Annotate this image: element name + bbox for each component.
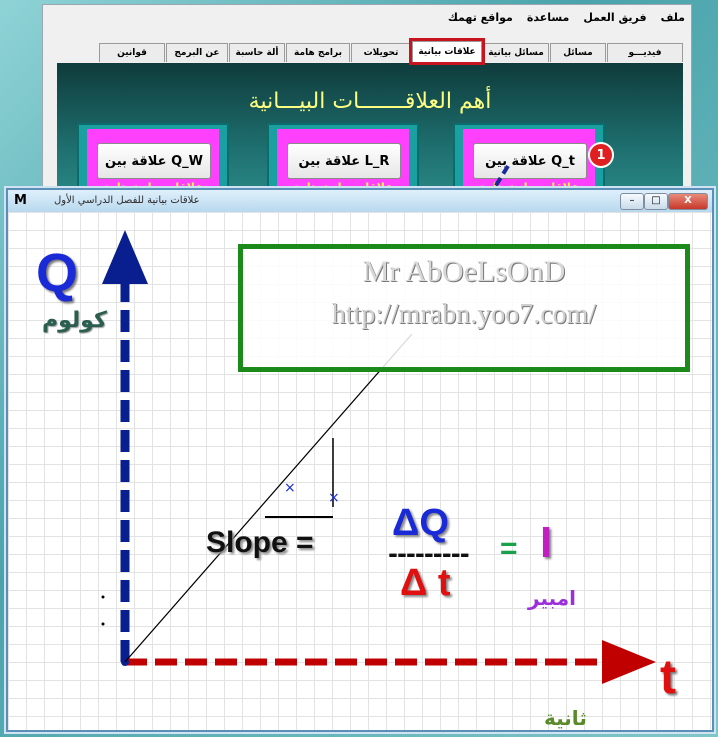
watermark-frame: Mr AbOeLsOnD http://mrabn.yoo7.com/ — [238, 244, 690, 372]
menu-file[interactable]: ملف — [659, 9, 687, 29]
result-unit: امبير — [528, 586, 577, 610]
menu-team[interactable]: فريق العمل — [581, 9, 648, 29]
formula-result: I — [540, 518, 553, 567]
point-mark: × — [328, 490, 340, 506]
formula-equals: = — [500, 532, 518, 565]
step-number-badge: 1 — [588, 142, 614, 168]
tab-graph-problems[interactable]: مسائل بيانية — [483, 43, 549, 62]
graph-line — [124, 333, 413, 663]
tab-about[interactable]: عن البرمج — [166, 43, 228, 62]
tab-conversions[interactable]: تحويلات — [351, 43, 411, 62]
minimize-button[interactable]: – — [620, 193, 644, 210]
y-axis-arrowhead — [102, 230, 148, 284]
y-axis-label: Q — [36, 243, 79, 303]
window-titlebar[interactable]: M علاقات بيانية للفصل الدراسي الأول – □ … — [8, 190, 712, 213]
formula-denominator: Δ t — [400, 562, 451, 604]
tab-video[interactable]: فيديـــو — [607, 43, 683, 62]
app-icon: M — [14, 193, 27, 208]
tab-calculator[interactable]: ألة حاسبة — [229, 43, 285, 62]
tab-laws[interactable]: قوانين — [99, 43, 165, 62]
graph-window: M علاقات بيانية للفصل الدراسي الأول – □ … — [6, 188, 714, 732]
slope-text: Slope = — [206, 526, 314, 559]
main-app-window: ملف فريق العمل مساعدة مواقع تهمك فيديـــ… — [42, 4, 692, 209]
tab-problems[interactable]: مسائل — [550, 43, 606, 62]
tab-graph-relations[interactable]: علاقات بيانية — [409, 38, 485, 65]
x-axis-arrowhead — [602, 640, 656, 684]
tab-important-programs[interactable]: برامج هامة — [286, 43, 350, 62]
menu-help[interactable]: مساعدة — [525, 9, 572, 29]
watermark-url: http://mrabn.yoo7.com/ — [331, 299, 597, 330]
menu-bar: ملف فريق العمل مساعدة مواقع تهمك — [446, 9, 687, 29]
panel-title: أهم العلاقـــــــات البيـــانية — [248, 89, 492, 114]
close-button[interactable]: X — [668, 193, 708, 210]
x-axis-unit: ثانية — [544, 706, 587, 730]
formula-numerator: ΔQ — [392, 502, 449, 544]
dot-mark — [101, 595, 105, 599]
window-title: علاقات بيانية للفصل الدراسي الأول — [54, 195, 200, 206]
tab-strip: فيديـــو مسائل مسائل بيانية علاقات بياني… — [55, 38, 683, 65]
watermark-name: Mr AbOeLsOnD — [362, 255, 566, 288]
dot-mark — [101, 622, 105, 626]
point-mark: × — [284, 480, 296, 496]
x-axis-label: t — [660, 651, 676, 704]
l-r-relation-button[interactable]: علاقة بين L_R — [287, 143, 401, 179]
relations-panel: أهم العلاقـــــــات البيـــانية علاقة بي… — [57, 63, 683, 209]
graph-canvas: × × Mr AbOeLsOnD http://mrabn.yoo7.com/ … — [8, 212, 712, 730]
maximize-button[interactable]: □ — [644, 193, 668, 210]
menu-sites[interactable]: مواقع تهمك — [446, 9, 515, 29]
y-axis-unit: كولوم — [42, 308, 107, 333]
q-w-relation-button[interactable]: علاقة بين Q_W — [97, 143, 211, 179]
